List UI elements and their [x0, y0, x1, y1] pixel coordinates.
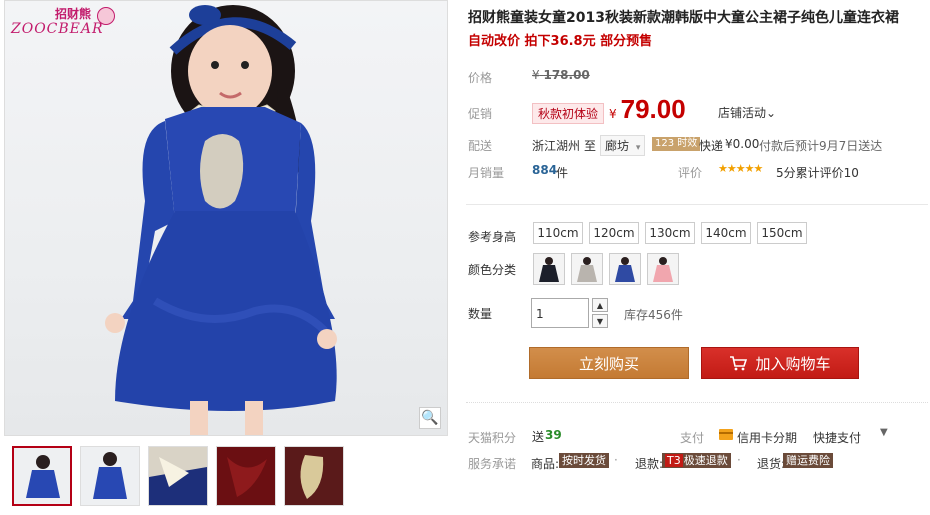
quick-pay[interactable]: 快捷支付	[813, 429, 861, 446]
size-option-120[interactable]: 120cm	[589, 222, 639, 244]
points-prefix: 送	[532, 430, 545, 444]
chevron-down-icon: ⌄	[766, 106, 777, 120]
destination-select[interactable]: 廊坊 ▾	[600, 135, 646, 156]
quantity-increase-icon[interactable]: ▲	[592, 298, 608, 312]
promo-line: 自动改价 拍下36.8元 部分预售	[468, 34, 653, 49]
on-time-delivery-badge: 按时发货	[559, 453, 609, 468]
separator-dot: ·	[614, 453, 618, 467]
store-activity-label: 店铺活动	[718, 106, 767, 120]
quantity-decrease-icon[interactable]: ▼	[592, 314, 608, 328]
destination-value: 廊坊	[605, 139, 630, 153]
original-price-currency: ¥	[532, 68, 540, 82]
promotion-price: ¥79.00	[609, 94, 686, 125]
add-to-cart-button[interactable]: 加入购物车	[701, 347, 859, 379]
thumbnail-2[interactable]	[80, 446, 140, 506]
monthly-sales-label: 月销量	[468, 166, 505, 180]
original-price-value: 178.00	[543, 68, 590, 82]
points-label: 天猫积分	[468, 431, 517, 445]
thumbnail-1[interactable]	[12, 446, 72, 506]
buy-now-button[interactable]: 立刻购买	[529, 347, 689, 379]
size-option-110[interactable]: 110cm	[533, 222, 583, 244]
timeliness-badge: 123 时效	[652, 137, 701, 151]
points-value: 39	[545, 428, 562, 442]
stock-text: 库存456件	[624, 308, 683, 322]
promotion-label: 促销	[468, 107, 493, 121]
size-option-150[interactable]: 150cm	[757, 222, 807, 244]
payment-label: 支付	[680, 431, 705, 445]
original-price: ¥ 178.00	[532, 68, 590, 82]
express-text: 快递	[699, 139, 724, 153]
zoom-icon[interactable]: 🔍	[419, 407, 441, 429]
credit-installment[interactable]: 信用卡分期	[737, 429, 797, 446]
delivery-to-word: 至	[584, 139, 597, 153]
divider	[466, 402, 928, 403]
chevron-down-icon: ▾	[635, 143, 641, 153]
fast-refund-text: 极速退款	[683, 454, 728, 467]
thumbnail-4[interactable]	[216, 446, 276, 506]
thumbnail-3[interactable]	[148, 446, 208, 506]
promotion-currency: ¥	[609, 107, 617, 121]
promotion-tag: 秋款初体验	[532, 103, 605, 124]
size-label: 参考身高	[468, 230, 517, 244]
chevron-down-icon[interactable]: ▼	[880, 427, 888, 438]
review-label: 评价	[678, 166, 703, 180]
size-option-140[interactable]: 140cm	[701, 222, 751, 244]
color-option-grey[interactable]	[571, 253, 603, 285]
rating-text[interactable]: 5分累计评价10	[776, 164, 859, 181]
thumbnail-5[interactable]	[284, 446, 344, 506]
rating-stars-icon: ★★★★★	[718, 162, 763, 175]
return-insurance-badge: 赠运费险	[783, 453, 833, 468]
color-option-blue[interactable]	[609, 253, 641, 285]
delivery-from: 浙江湖州	[532, 139, 581, 153]
girl-dress-illustration	[105, 5, 337, 435]
delivery-label: 配送	[468, 139, 493, 153]
cart-icon	[730, 356, 748, 371]
delivery-fee: ¥0.00	[725, 137, 760, 151]
credit-card-icon	[719, 429, 733, 440]
t3-badge: T3	[665, 454, 683, 467]
goods-label: 商品:	[531, 457, 560, 471]
color-option-pink[interactable]	[647, 253, 679, 285]
separator-dot: ·	[737, 453, 741, 467]
price-label: 价格	[468, 71, 493, 85]
refund-label: 退款:	[635, 457, 664, 471]
divider	[466, 204, 928, 205]
store-activity-dropdown[interactable]: 店铺活动⌄	[718, 104, 776, 121]
service-label: 服务承诺	[468, 457, 517, 471]
color-option-black[interactable]	[533, 253, 565, 285]
color-label: 颜色分类	[468, 263, 517, 277]
brand-name-en: ZOOCBEAR	[11, 21, 104, 37]
return-label: 退货:	[757, 457, 786, 471]
monthly-sales-unit: 件	[556, 166, 569, 180]
monthly-sales-count: 884	[532, 163, 558, 177]
main-product-image[interactable]: 招财熊 ZOOCBEAR 🔍	[4, 0, 448, 436]
delivery-eta: 付款后预计9月7日送达	[759, 139, 883, 153]
fast-refund-badge: T3 极速退款	[662, 453, 731, 468]
product-title: 招财熊童装女童2013秋装新款潮韩版中大童公主裙子纯色儿童连衣裙	[468, 10, 899, 26]
quantity-label: 数量	[468, 307, 493, 321]
brand-name-cn: 招财熊	[55, 7, 92, 21]
quantity-input[interactable]: 1	[531, 298, 589, 328]
promotion-price-value: 79.00	[620, 94, 686, 124]
add-to-cart-label: 加入购物车	[755, 354, 831, 373]
size-option-130[interactable]: 130cm	[645, 222, 695, 244]
